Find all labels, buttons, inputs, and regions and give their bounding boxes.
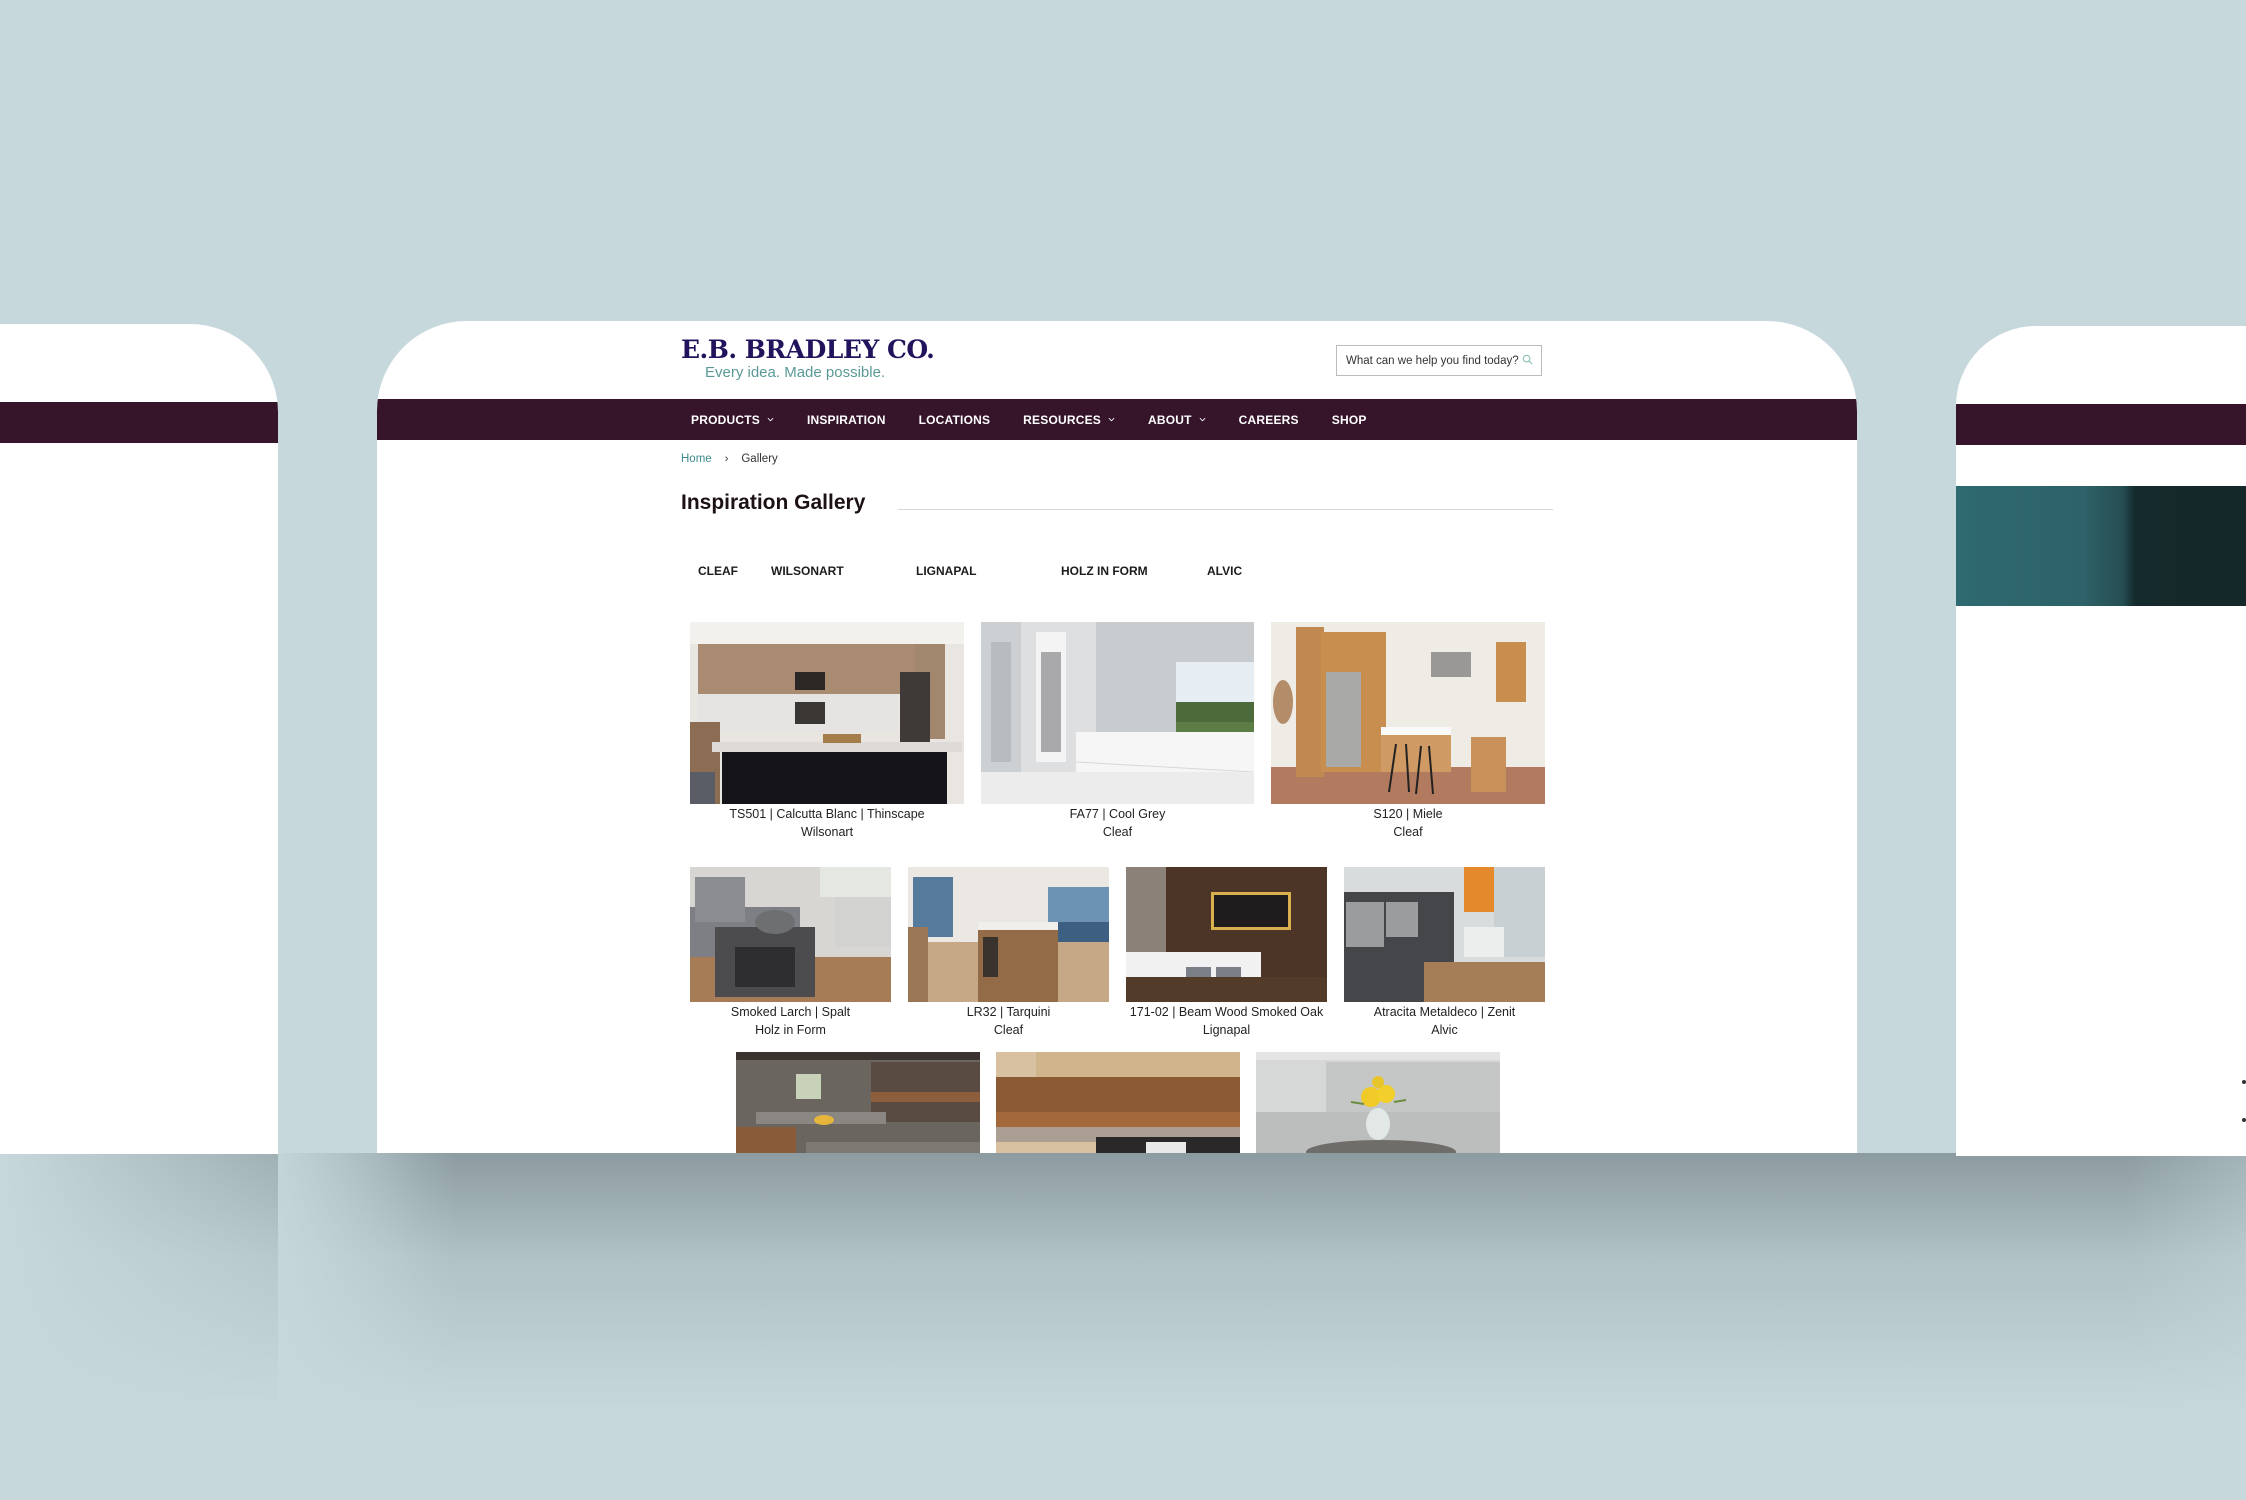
gallery-caption: 171-02 | Beam Wood Smoked Oak Lignapal bbox=[1106, 1003, 1347, 1039]
nav-item-careers[interactable]: CAREERS bbox=[1239, 413, 1299, 427]
caption-product: Smoked Larch | Spalt bbox=[730, 1005, 851, 1019]
breadcrumb: Home › Gallery bbox=[681, 453, 778, 465]
floor-shadow bbox=[0, 1153, 2246, 1413]
browser-page: E.B. BRADLEY CO. Every idea. Made possib… bbox=[377, 321, 1857, 1153]
caption-product: FA77 | Cool Grey bbox=[1069, 807, 1166, 821]
filter-tab-wilsonart[interactable]: WILSONART bbox=[771, 564, 844, 578]
main-nav: PRODUCTS INSPIRATION LOCATIONS RESOURCES ABO… bbox=[377, 399, 1857, 440]
caption-brand: Wilsonart bbox=[800, 825, 854, 839]
gallery-image-kitchen-island[interactable] bbox=[690, 622, 964, 804]
gallery-image-bar[interactable] bbox=[736, 1052, 980, 1153]
brand-tagline: Every idea. Made possible. bbox=[705, 364, 886, 381]
caption-product: TS501 | Calcutta Blanc | Thinscape bbox=[729, 807, 925, 821]
caption-product: S120 | Miele bbox=[1373, 807, 1443, 821]
gallery-image-grey-sofa[interactable] bbox=[690, 867, 891, 1002]
gallery-caption: Atracita Metaldeco | Zenit Alvic bbox=[1324, 1003, 1565, 1039]
nav-item-label: LOCATIONS bbox=[918, 412, 991, 427]
nav-item-label: INSPIRATION bbox=[806, 412, 886, 427]
nav-item-label: CAREERS bbox=[1238, 412, 1299, 427]
caption-product: LR32 | Tarquini bbox=[966, 1005, 1051, 1019]
caption-brand: Alvic bbox=[1431, 1023, 1458, 1037]
nav-item-locations[interactable]: LOCATIONS bbox=[919, 413, 991, 427]
gallery-caption: S120 | Miele Cleaf bbox=[1251, 805, 1565, 841]
nav-item-products[interactable]: PRODUCTS bbox=[691, 413, 774, 427]
caption-brand: Holz in Form bbox=[755, 1023, 826, 1037]
nav-item-inspiration[interactable]: INSPIRATION bbox=[807, 413, 886, 427]
breadcrumb-current: Gallery bbox=[741, 453, 778, 465]
gallery-image-bathroom-vanity[interactable] bbox=[981, 622, 1254, 804]
gallery-image-dark-wood-ovens[interactable] bbox=[1126, 867, 1327, 1002]
caption-product: 171-02 | Beam Wood Smoked Oak bbox=[1129, 1005, 1324, 1019]
site-logo[interactable]: E.B. BRADLEY CO. Every idea. Made possib… bbox=[681, 335, 935, 381]
preview-nav-bar bbox=[1956, 404, 2246, 445]
chevron-down-icon bbox=[767, 417, 774, 422]
breadcrumb-home-link[interactable]: Home bbox=[681, 453, 712, 465]
search-input[interactable]: What can we help you find today? bbox=[1336, 345, 1542, 376]
gallery-caption: Smoked Larch | Spalt Holz in Form bbox=[670, 1003, 911, 1039]
nav-item-resources[interactable]: RESOURCES bbox=[1023, 413, 1115, 427]
previous-page-preview[interactable] bbox=[0, 324, 278, 1154]
preview-bullet-icon bbox=[2242, 1080, 2246, 1084]
gallery-caption: FA77 | Cool Grey Cleaf bbox=[961, 805, 1274, 841]
gallery-image-wood-countertop[interactable] bbox=[996, 1052, 1240, 1153]
filter-tab-lignapal[interactable]: LIGNAPAL bbox=[916, 564, 976, 578]
preview-nav-bar bbox=[0, 402, 278, 443]
chevron-down-icon bbox=[1199, 417, 1206, 422]
nav-item-shop[interactable]: SHOP bbox=[1332, 413, 1367, 427]
title-divider bbox=[898, 509, 1553, 510]
gallery-caption: TS501 | Calcutta Blanc | Thinscape Wilso… bbox=[670, 805, 984, 841]
caption-brand: Lignapal bbox=[1202, 1023, 1251, 1037]
page-title: Inspiration Gallery bbox=[681, 491, 866, 514]
caption-product: Atracita Metaldeco | Zenit bbox=[1373, 1005, 1516, 1019]
gallery-caption: LR32 | Tarquini Cleaf bbox=[888, 1003, 1129, 1039]
breadcrumb-separator-icon: › bbox=[724, 453, 729, 465]
next-page-preview[interactable] bbox=[1956, 326, 2246, 1156]
search-placeholder: What can we help you find today? bbox=[1346, 354, 1519, 367]
filter-tab-alvic[interactable]: ALVIC bbox=[1207, 564, 1242, 578]
nav-item-label: ABOUT bbox=[1148, 412, 1192, 427]
caption-brand: Cleaf bbox=[993, 1023, 1024, 1037]
gallery-image-grey-kitchen[interactable] bbox=[1344, 867, 1545, 1002]
nav-item-label: SHOP bbox=[1331, 412, 1367, 427]
chevron-down-icon bbox=[1108, 417, 1115, 422]
filter-tab-cleaf[interactable]: CLEAF bbox=[698, 564, 738, 578]
gallery-image-wood-kitchen[interactable] bbox=[1271, 622, 1545, 804]
caption-brand: Cleaf bbox=[1393, 825, 1423, 839]
preview-hero-image bbox=[1956, 486, 2246, 606]
preview-bullet-icon bbox=[2242, 1118, 2246, 1122]
gallery-image-city-view-kitchen[interactable] bbox=[908, 867, 1109, 1002]
brand-name: E.B. BRADLEY CO. bbox=[681, 335, 935, 364]
gallery-image-flowers-vase[interactable] bbox=[1256, 1052, 1500, 1153]
nav-item-about[interactable]: ABOUT bbox=[1148, 413, 1206, 427]
caption-brand: Cleaf bbox=[1102, 825, 1133, 839]
search-icon[interactable] bbox=[1522, 354, 1533, 365]
nav-item-label: RESOURCES bbox=[1023, 412, 1101, 427]
filter-tab-holz-in-form[interactable]: HOLZ IN FORM bbox=[1061, 564, 1148, 578]
nav-item-label: PRODUCTS bbox=[691, 412, 760, 427]
